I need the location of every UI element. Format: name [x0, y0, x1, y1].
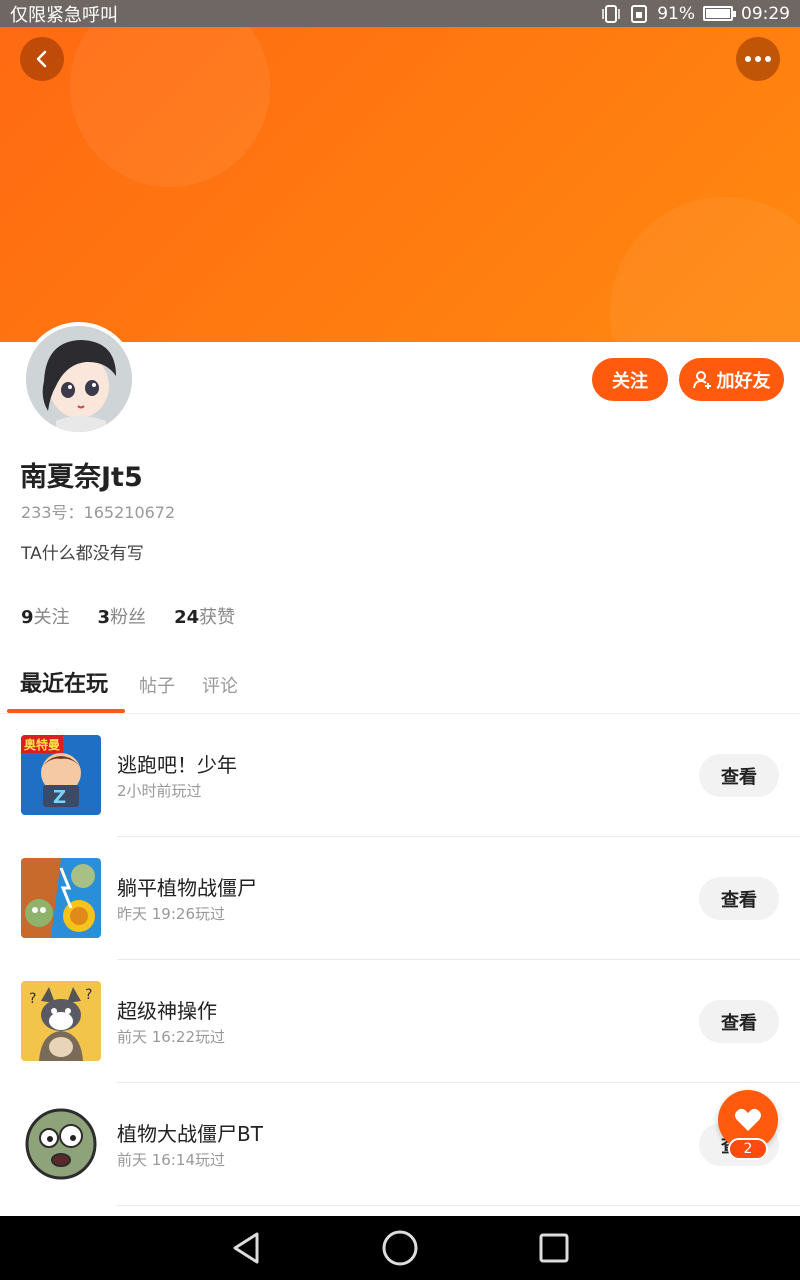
game-time: 前天 16:14玩过 [117, 1151, 225, 1169]
tab-recently-played[interactable]: 最近在玩 [20, 666, 108, 698]
game-time: 2小时前玩过 [117, 782, 202, 800]
game-name: 超级神操作 [117, 999, 217, 1023]
system-nav-bar [0, 1216, 800, 1280]
game-icon [21, 858, 101, 938]
battery-percent: 91% [657, 3, 695, 24]
svg-text:Z: Z [53, 787, 66, 808]
person-add-icon [692, 370, 711, 389]
list-item[interactable]: 躺平植物战僵尸 昨天 19:26玩过 查看 [0, 837, 800, 960]
game-time: 前天 16:22玩过 [117, 1028, 225, 1046]
stat-followers[interactable]: 3粉丝 [98, 603, 147, 629]
svg-text:?: ? [29, 991, 36, 1007]
game-time: 昨天 19:26玩过 [117, 905, 225, 923]
follow-label: 关注 [612, 370, 648, 392]
vibrate-icon [602, 4, 620, 23]
add-friend-button[interactable]: 加好友 [679, 358, 784, 401]
heart-icon [735, 1108, 761, 1131]
game-name: 植物大战僵尸BT [117, 1122, 263, 1146]
game-name: 逃跑吧！少年 [117, 753, 237, 777]
back-button[interactable] [20, 37, 64, 81]
list-item[interactable]: 奥特曼 Z 逃跑吧！少年 2小时前玩过 查看 [0, 714, 800, 837]
list-item[interactable]: 植物大战僵尸BT 前天 16:14玩过 查看 [0, 1083, 800, 1206]
username: 南夏奈Jt5 [20, 462, 143, 493]
list-item[interactable]: ? ? 超级神操作 前天 16:22玩过 查看 [0, 960, 800, 1083]
stat-following[interactable]: 9关注 [21, 603, 70, 629]
game-icon: ? ? [21, 981, 101, 1061]
fab-badge: 2 [728, 1138, 768, 1160]
status-right: 91% 09:29 [601, 4, 790, 24]
profile-tabs: 最近在玩 帖子 评论 [0, 662, 800, 714]
status-carrier-text: 仅限紧急呼叫 [10, 4, 118, 26]
more-dots-icon [745, 56, 771, 62]
back-triangle-icon[interactable] [229, 1231, 263, 1265]
game-icon [21, 1104, 101, 1184]
more-button[interactable] [736, 37, 780, 81]
tab-comments[interactable]: 评论 [202, 672, 238, 698]
divider [117, 1205, 800, 1206]
status-bar: 仅限紧急呼叫 91% 09:29 [0, 0, 800, 27]
view-button[interactable]: 查看 [699, 754, 779, 797]
user-id: 233号：165210672 [21, 503, 176, 522]
chevron-left-icon [36, 50, 47, 68]
game-name: 躺平植物战僵尸 [117, 876, 257, 900]
home-circle-icon[interactable] [381, 1229, 419, 1267]
favorite-fab[interactable]: 2 [718, 1090, 778, 1160]
view-button[interactable]: 查看 [699, 1000, 779, 1043]
game-icon: 奥特曼 Z [21, 735, 101, 815]
battery-icon [703, 6, 736, 21]
sim-icon [631, 4, 648, 23]
avatar[interactable] [22, 322, 136, 436]
add-friend-label: 加好友 [716, 370, 771, 392]
recents-square-icon[interactable] [537, 1231, 571, 1265]
tab-posts[interactable]: 帖子 [139, 672, 175, 698]
follow-button[interactable]: 关注 [592, 358, 668, 401]
view-button[interactable]: 查看 [699, 877, 779, 920]
game-icon-badge: 奥特曼 [24, 737, 60, 752]
profile-stats: 9关注 3粉丝 24获赞 [21, 603, 235, 629]
user-bio: TA什么都没有写 [21, 544, 144, 564]
svg-text:?: ? [85, 987, 92, 1003]
tab-indicator [7, 709, 125, 713]
status-time: 09:29 [741, 3, 790, 24]
profile-banner [0, 27, 800, 342]
stat-likes[interactable]: 24获赞 [174, 603, 235, 629]
